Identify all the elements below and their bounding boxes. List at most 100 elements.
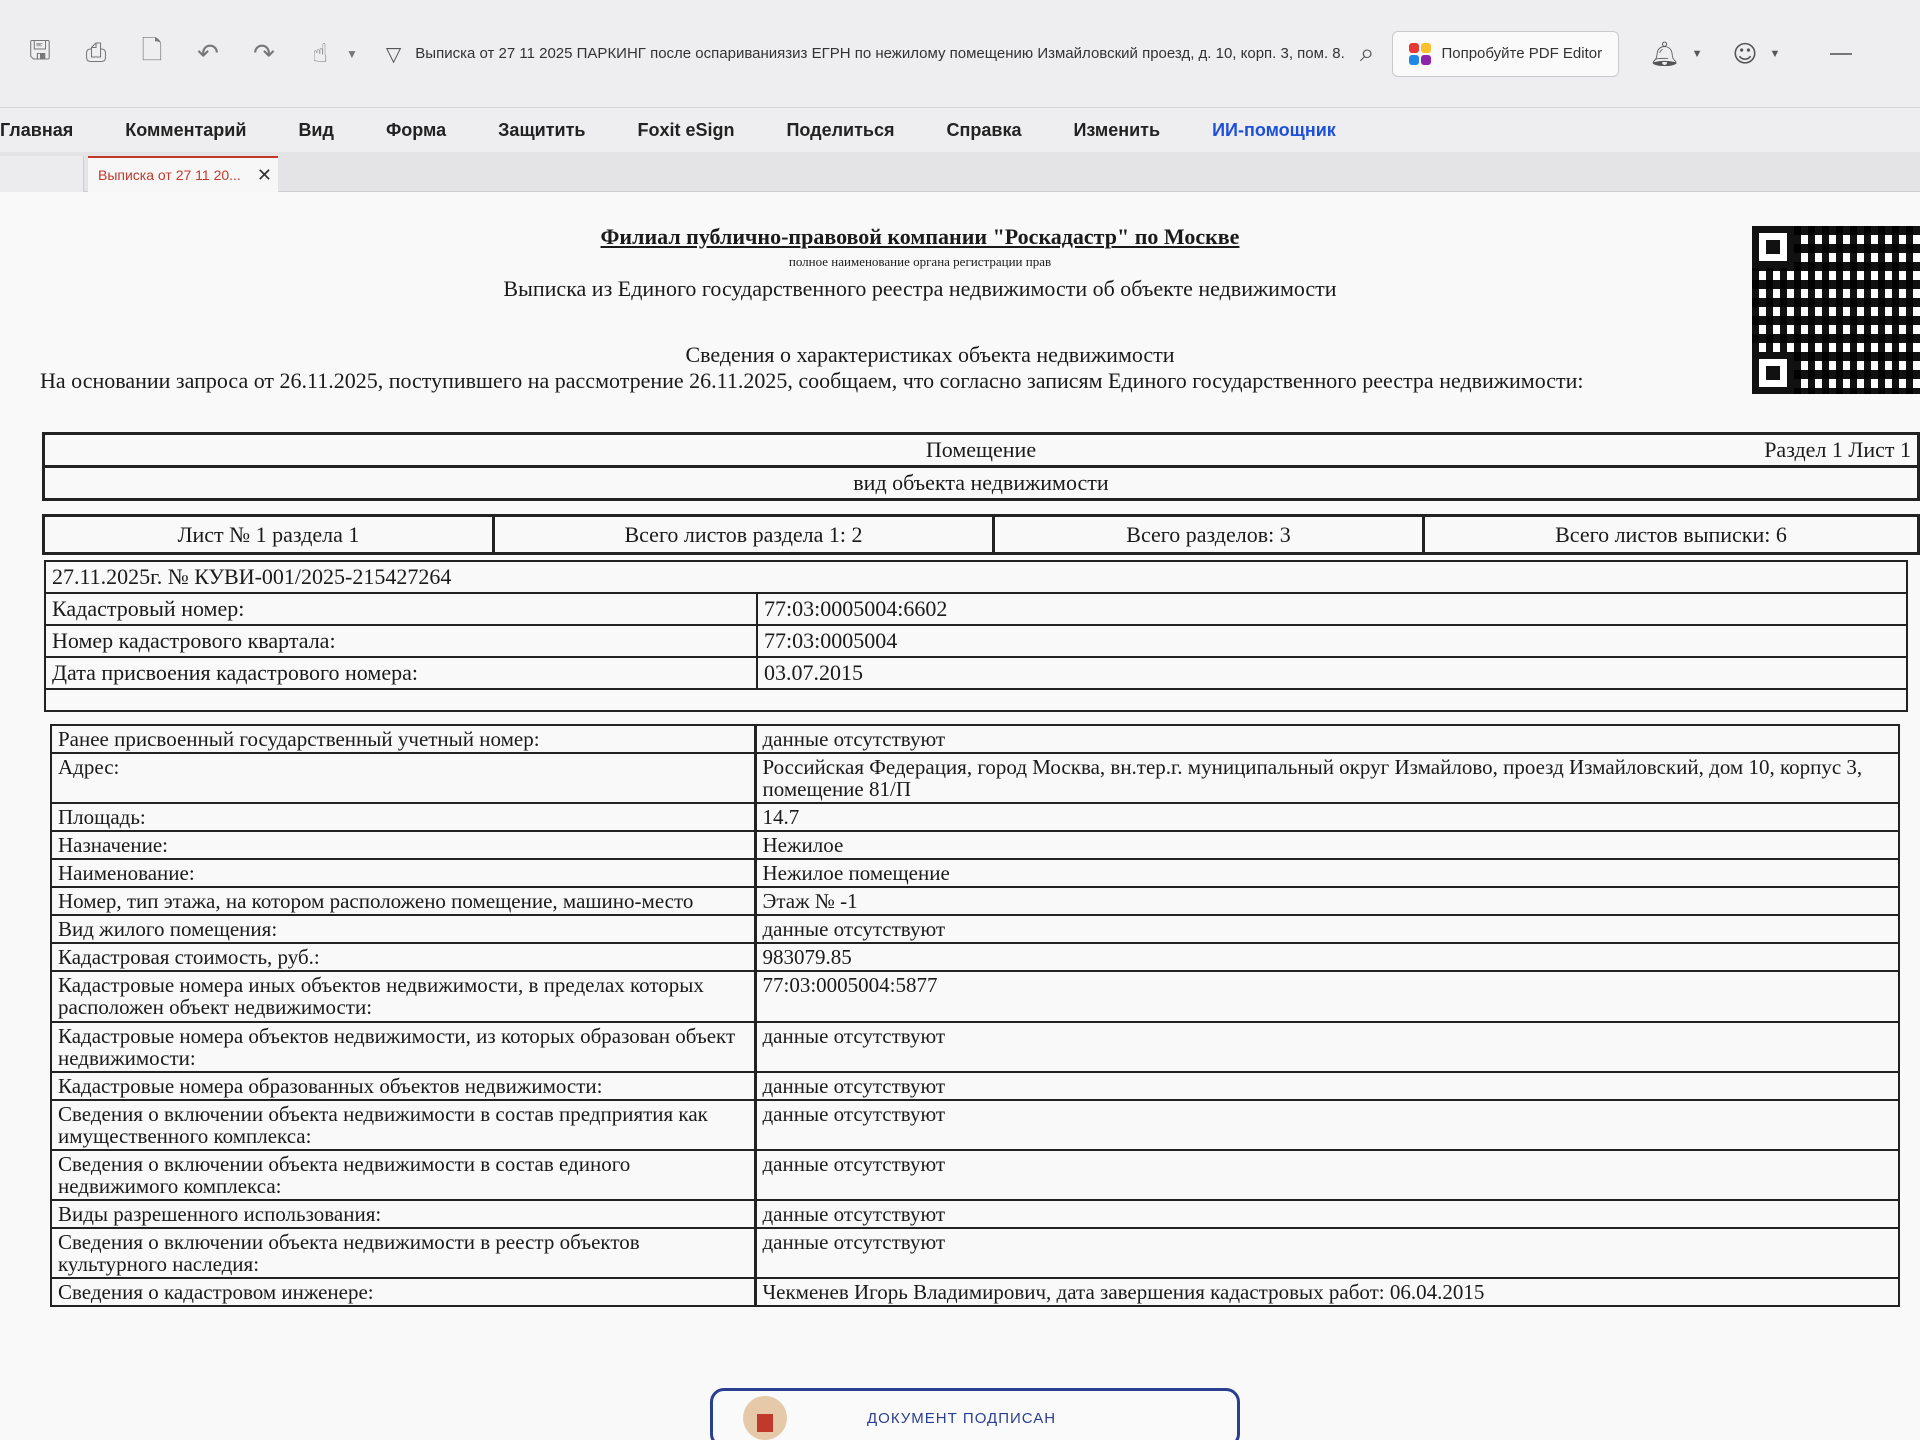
row-label: Кадастровый номер:	[44, 592, 758, 626]
row-label: Вид жилого помещения:	[50, 914, 756, 945]
menu-help[interactable]: Справка	[947, 120, 1022, 141]
table-row: Сведения о кадастровом инженере: Чекменев…	[50, 1276, 1900, 1308]
org-title: Филиал публично-правовой компании "Роска…	[600, 224, 1240, 249]
table-row: Сведения о включении объекта недвижимост…	[50, 1226, 1900, 1279]
row-label: Номер кадастрового квартала:	[44, 624, 758, 658]
row-label: Кадастровые номера образованных объектов…	[50, 1070, 756, 1101]
org-subtitle: полное наименование органа регистрации п…	[788, 254, 1052, 269]
table-row: Кадастровая стоимость, руб.: 983079.85	[50, 942, 1900, 973]
sheet-number: Лист № 1 раздела 1	[42, 514, 495, 555]
row-value: Чекменев Игорь Владимирович, дата заверш…	[753, 1276, 1900, 1308]
table-row: Кадастровые номера иных объектов недвижи…	[50, 970, 1900, 1023]
sheet-info-table: Лист № 1 раздела 1 Всего листов раздела …	[42, 514, 1920, 555]
basis-text: На основании запроса от 26.11.2025, пост…	[40, 368, 1584, 393]
row-value: 77:03:0005004:5877	[753, 970, 1900, 1023]
bell-caret-icon[interactable]: ▼	[1692, 48, 1703, 60]
pdf-editor-logo-icon	[1409, 42, 1432, 65]
row-label: Дата присвоения кадастрового номера:	[44, 656, 758, 690]
menu-comment[interactable]: Комментарий	[125, 120, 246, 141]
new-doc-icon[interactable]: 🗋	[132, 34, 172, 74]
row-value: 14.7	[753, 802, 1900, 833]
signed-badge: ДОКУМЕНТ ПОДПИСАН	[710, 1388, 1240, 1440]
search-icon[interactable]: ⌕	[1360, 38, 1375, 69]
table-row: Дата присвоения кадастрового номера: 03.…	[44, 656, 1908, 690]
table-row: Номер кадастрового квартала: 77:03:00050…	[44, 624, 1908, 658]
record-number: 27.11.2025г. № КУВИ-001/2025-215427264	[44, 560, 1908, 594]
table-row: Кадастровые номера объектов недвижимости…	[50, 1020, 1900, 1073]
row-value: данные отсутствуют	[753, 1198, 1900, 1229]
save-icon[interactable]: 🖫	[20, 34, 60, 74]
pdf-page: Филиал публично-правовой компании "Роска…	[0, 192, 1920, 1440]
document-tab-bar: Выписка от 27 11 20... ✕	[0, 152, 1920, 192]
print-icon[interactable]: ⎙	[76, 34, 116, 74]
row-value: Российская Федерация, город Москва, вн.т…	[753, 752, 1900, 805]
sections-total: Всего разделов: 3	[992, 514, 1425, 555]
section-title: Сведения о характеристиках объекта недви…	[685, 342, 1175, 367]
ribbon-menu: Главная Комментарий Вид Форма Защитить F…	[0, 108, 1920, 152]
hand-tool-caret-icon[interactable]: ▼	[346, 47, 358, 61]
object-type-table: Помещение Раздел 1 Лист 1 вид объекта не…	[42, 432, 1920, 501]
shield-icon: ▽	[385, 41, 402, 66]
row-value: Нежилое	[753, 830, 1900, 861]
redo-icon[interactable]: ↷	[244, 34, 284, 74]
undo-icon[interactable]: ↶	[188, 34, 228, 74]
row-label: Сведения о включении объекта недвижимост…	[50, 1226, 756, 1279]
row-label: Виды разрешенного использования:	[50, 1198, 756, 1229]
identification-table: 27.11.2025г. № КУВИ-001/2025-215427264 К…	[44, 560, 1908, 712]
start-tab[interactable]	[0, 156, 84, 192]
minimize-icon[interactable]	[1830, 52, 1853, 55]
menu-share[interactable]: Поделиться	[786, 120, 894, 141]
document-title-bar: ▽ Выписка от 27 11 2025 ПАРКИНГ после ос…	[386, 42, 1346, 66]
user-icon[interactable]: ☺	[1732, 40, 1757, 68]
table-row: Назначение: Нежилое	[50, 830, 1900, 861]
row-label: Кадастровые номера объектов недвижимости…	[50, 1020, 756, 1073]
menu-protect[interactable]: Защитить	[498, 120, 585, 141]
row-value: данные отсутствуют	[753, 914, 1900, 945]
row-label: Сведения о включении объекта недвижимост…	[50, 1098, 756, 1151]
menu-ai-assistant[interactable]: ИИ-помощник	[1212, 120, 1336, 141]
hand-tool-icon[interactable]: ☝	[300, 34, 340, 74]
row-label: Кадастровая стоимость, руб.:	[50, 942, 756, 973]
top-toolbar: 🖫 ⎙ 🗋 ↶ ↷ ☝ ▼ ▽ Выписка от 27 11 2025 ПА…	[0, 0, 1920, 108]
extract-title: Выписка из Единого государственного реес…	[503, 276, 1337, 301]
row-value: данные отсутствуют	[753, 1020, 1900, 1073]
table-row: Адрес: Российская Федерация, город Москва…	[50, 752, 1900, 805]
object-type-cell: Помещение Раздел 1 Лист 1	[42, 432, 1920, 468]
menu-form[interactable]: Форма	[386, 120, 446, 141]
object-type: Помещение	[925, 437, 1037, 462]
menu-home[interactable]: Главная	[0, 120, 73, 141]
row-value: данные отсутствуют	[753, 1098, 1900, 1151]
menu-foxit-esign[interactable]: Foxit eSign	[637, 120, 734, 141]
row-label: Номер, тип этажа, на котором расположено…	[50, 886, 756, 917]
spacer-cell	[44, 688, 1908, 712]
spacer-row	[44, 688, 1908, 712]
close-icon[interactable]: ✕	[257, 165, 272, 186]
try-pdf-editor-label: Попробуйте PDF Editor	[1441, 45, 1603, 62]
row-value: данные отсутствуют	[753, 1070, 1900, 1101]
document-title: Выписка от 27 11 2025 ПАРКИНГ после оспа…	[415, 45, 1346, 62]
user-caret-icon[interactable]: ▼	[1769, 48, 1780, 60]
row-label: Адрес:	[50, 752, 756, 805]
menu-view[interactable]: Вид	[298, 120, 334, 141]
row-label: Назначение:	[50, 830, 756, 861]
characteristics-table: Ранее присвоенный государственный учетны…	[50, 723, 1900, 1308]
try-pdf-editor-button[interactable]: Попробуйте PDF Editor	[1392, 30, 1620, 77]
table-row: Наименование: Нежилое помещение	[50, 858, 1900, 889]
row-value: данные отсутствуют	[753, 1148, 1900, 1201]
bell-icon[interactable]: 🔔︎	[1649, 40, 1679, 68]
row-label: Наименование:	[50, 858, 756, 889]
sheets-total: Всего листов выписки: 6	[1422, 514, 1920, 555]
qr-finder	[1752, 226, 1794, 268]
table-row: Сведения о включении объекта недвижимост…	[50, 1148, 1900, 1201]
row-value: Этаж № -1	[753, 886, 1900, 917]
row-label: Кадастровые номера иных объектов недвижи…	[50, 970, 756, 1023]
object-type-caption: вид объекта недвижимости	[42, 465, 1920, 501]
sheet-meta: Раздел 1 Лист 1	[1764, 437, 1911, 462]
document-tab[interactable]: Выписка от 27 11 20... ✕	[88, 156, 278, 192]
row-value: данные отсутствуют	[753, 1226, 1900, 1279]
row-label: Сведения о включении объекта недвижимост…	[50, 1148, 756, 1201]
table-row: Ранее присвоенный государственный учетны…	[50, 723, 1900, 755]
row-value: 77:03:0005004:6602	[756, 592, 1908, 626]
table-row: Вид жилого помещения: данные отсутствуют	[50, 914, 1900, 945]
menu-edit[interactable]: Изменить	[1073, 120, 1160, 141]
